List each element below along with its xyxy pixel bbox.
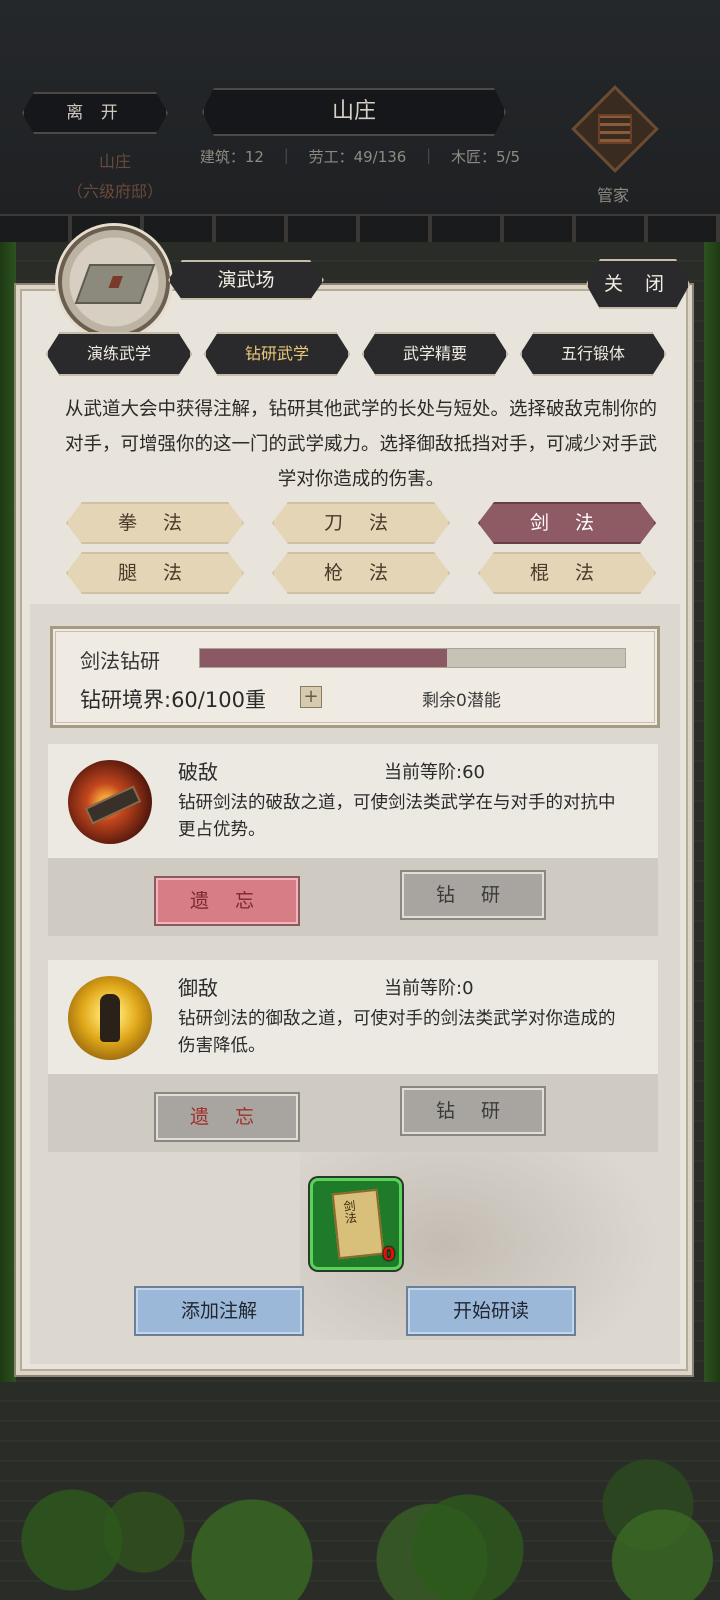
bottom-plants <box>0 1400 720 1600</box>
defend-enemy-icon <box>68 976 152 1060</box>
tab-research[interactable]: 钻研武学 <box>204 332 350 376</box>
tab-practice[interactable]: 演练武学 <box>46 332 192 376</box>
skill-card-break: 破敌 当前等阶:60 钻研剑法的破敌之道，可使剑法类武学在与对手的对抗中更占优势… <box>48 744 658 936</box>
stat-divider: | <box>283 146 289 164</box>
close-button[interactable]: 关 闭 <box>586 259 690 309</box>
remaining-potential: 剩余0潜能 <box>422 691 501 711</box>
study-progress-fill <box>200 649 447 667</box>
stat-divider: | <box>426 146 432 164</box>
sword-manual-icon: 剑法 <box>331 1188 385 1260</box>
tab-bar: 演练武学 钻研武学 武学精要 五行锻体 <box>46 332 662 372</box>
research-description: 从武道大会中获得注解，钻研其他武学的长处与短处。选择破敌克制你的对手，可增强你的… <box>64 399 657 490</box>
steward-label: 管家 <box>596 186 629 205</box>
start-study-button[interactable]: 开始研读 <box>406 1286 576 1336</box>
weapon-fist[interactable]: 拳 法 <box>66 502 244 544</box>
location-rank: （六级府邸） <box>66 182 163 201</box>
annotation-item-slot[interactable]: 剑法 0 <box>310 1178 402 1270</box>
weapon-leg[interactable]: 腿 法 <box>66 552 244 594</box>
weapon-saber[interactable]: 刀 法 <box>272 502 450 544</box>
skill-name: 破敌 <box>178 760 218 784</box>
training-floor-icon <box>74 264 156 304</box>
skill-description: 钻研剑法的破敌之道，可使剑法类武学在与对手的对抗中更占优势。 <box>178 793 616 840</box>
forget-button[interactable]: 遗 忘 <box>154 876 300 926</box>
building-name: 演武场 <box>168 260 324 300</box>
skill-rank: 当前等阶:0 <box>384 978 474 999</box>
manual-title: 剑法 <box>341 1199 358 1225</box>
skill-card-defend: 御敌 当前等阶:0 钻研剑法的御敌之道，可使对手的剑法类武学对你造成的伤害降低。… <box>48 960 658 1152</box>
study-level: 钻研境界:60/100重 <box>80 688 266 712</box>
tab-essentials[interactable]: 武学精要 <box>362 332 508 376</box>
study-button[interactable]: 钻 研 <box>400 870 546 920</box>
stat-buildings: 建筑：12 <box>199 148 264 166</box>
leave-button[interactable]: 离 开 <box>22 92 168 134</box>
location-title: 山庄 <box>202 88 506 136</box>
study-button[interactable]: 钻 研 <box>400 1086 546 1136</box>
weapon-spear[interactable]: 枪 法 <box>272 552 450 594</box>
item-count: 0 <box>382 1244 395 1265</box>
study-title: 剑法钻研 <box>80 649 160 673</box>
building-icon <box>58 226 170 338</box>
add-potential-button[interactable]: + <box>300 686 322 708</box>
weapon-sword[interactable]: 剑 法 <box>478 502 656 544</box>
stat-workers: 劳工：49/136 <box>308 148 407 166</box>
hedge-right <box>704 242 720 1382</box>
study-progress-bar <box>199 648 626 668</box>
skill-rank: 当前等阶:60 <box>384 762 485 783</box>
estate-stats: 建筑：12 | 劳工：49/136 | 木匠：5/5 <box>190 146 530 167</box>
skill-name: 御敌 <box>178 976 218 1000</box>
steward-button[interactable] <box>571 85 659 173</box>
tab-five-elements[interactable]: 五行锻体 <box>520 332 666 376</box>
weapon-staff[interactable]: 棍 法 <box>478 552 656 594</box>
add-note-button[interactable]: 添加注解 <box>134 1286 304 1336</box>
abacus-icon <box>598 114 632 144</box>
stat-carpenters: 木匠：5/5 <box>450 148 521 166</box>
forget-button[interactable]: 遗 忘 <box>154 1092 300 1142</box>
break-enemy-icon <box>68 760 152 844</box>
skill-description: 钻研剑法的御敌之道，可使对手的剑法类武学对你造成的伤害降低。 <box>178 1009 616 1056</box>
location-name: 山庄 <box>98 152 131 171</box>
